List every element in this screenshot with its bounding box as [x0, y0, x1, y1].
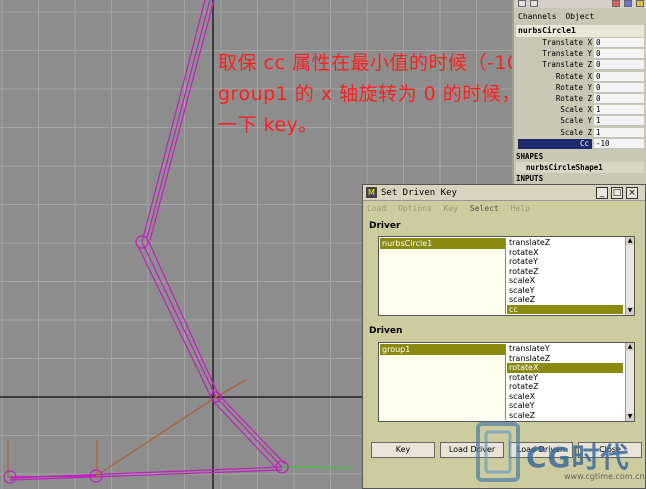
attribute-item[interactable]: rotateY	[507, 373, 623, 383]
attribute-item[interactable]: scaleX	[507, 276, 623, 286]
menu-select[interactable]: Select	[470, 204, 499, 213]
channel-row[interactable]: Rotate Z0	[516, 94, 644, 104]
watermark-text: CG时代	[526, 441, 630, 474]
shapes-heading: SHAPES	[516, 152, 544, 161]
channel-value-field[interactable]: 1	[594, 127, 644, 138]
channel-value-field[interactable]: 0	[594, 49, 644, 60]
channel-value-field[interactable]: 0	[594, 82, 644, 93]
layout-icon[interactable]	[518, 0, 526, 7]
attribute-item[interactable]: rotateY	[507, 257, 623, 267]
channel-label[interactable]: Scale Y	[560, 116, 592, 126]
channel-row[interactable]: Scale Z1	[516, 127, 644, 138]
scroll-down-icon[interactable]: ▼	[626, 307, 634, 315]
channel-box-menu: Channels Object	[514, 11, 646, 23]
channel-label[interactable]: Cc	[518, 138, 592, 149]
window-title: Set Driven Key	[381, 188, 457, 198]
attribute-item[interactable]: rotateZ	[507, 382, 623, 392]
attribute-item[interactable]: rotateX	[507, 248, 623, 258]
attribute-item[interactable]: scaleY	[507, 286, 623, 296]
watermark: CG时代 www.cgtime.com.cn	[468, 408, 646, 489]
annotation-text: 取保 cc 属性在最小值的时候（-10） group1 的 x 轴旋转为 0 的…	[218, 48, 512, 141]
tool-icon[interactable]	[636, 0, 644, 7]
tool-icon[interactable]	[624, 0, 632, 7]
attribute-item[interactable]: rotateX	[507, 363, 623, 373]
scroll-up-icon[interactable]: ▲	[626, 343, 634, 351]
annotation-line: group1 的 x 轴旋转为 0 的时候，按	[218, 83, 512, 105]
driven-label: Driven	[369, 326, 403, 336]
channel-label[interactable]: Translate Z	[542, 60, 592, 70]
inputs-heading[interactable]: INPUTS	[516, 174, 644, 184]
driver-panel: nurbsCircle1 translateZ rotateX rotateY rot…	[378, 236, 635, 316]
channel-label[interactable]: Rotate X	[556, 72, 592, 82]
channel-label[interactable]: Rotate Z	[556, 94, 592, 104]
channel-row[interactable]: Scale X1	[516, 105, 644, 116]
channel-label[interactable]: Scale Z	[560, 128, 592, 138]
channel-value-field[interactable]: 0	[594, 94, 644, 104]
channel-value-field[interactable]: 1	[594, 105, 644, 116]
menu-key[interactable]: Key	[444, 204, 458, 213]
driven-object[interactable]: group1	[380, 344, 505, 355]
channel-label[interactable]: Translate X	[542, 38, 592, 48]
driver-scrollbar[interactable]: ▲ ▼	[625, 237, 634, 315]
list-icon[interactable]	[530, 0, 538, 7]
cgtime-logo-icon	[476, 422, 520, 482]
driver-object[interactable]: nurbsCircle1	[380, 238, 505, 249]
menu-channels[interactable]: Channels	[518, 12, 557, 21]
attribute-item[interactable]: rotateZ	[507, 267, 623, 277]
channel-value-field[interactable]: 0	[594, 60, 644, 71]
channel-row[interactable]: Translate Z0	[516, 60, 644, 71]
maximize-button[interactable]: □	[611, 187, 623, 199]
channel-value-field[interactable]: -10	[594, 138, 644, 149]
channel-value-field[interactable]: 0	[594, 71, 644, 82]
channel-row[interactable]: Rotate X0	[516, 71, 644, 82]
tool-icon[interactable]	[612, 0, 620, 7]
attribute-item[interactable]: scaleX	[507, 392, 623, 402]
menu-options[interactable]: Options	[398, 204, 432, 213]
channel-row[interactable]: Translate Y0	[516, 49, 644, 60]
annotation-line: 一下 key。	[218, 114, 318, 136]
minimize-button[interactable]: _	[596, 187, 608, 199]
menu-load[interactable]: Load	[367, 204, 386, 213]
menu-object[interactable]: Object	[565, 12, 594, 21]
close-button[interactable]: ×	[626, 187, 638, 199]
channel-row[interactable]: Rotate Y0	[516, 82, 644, 93]
attribute-item[interactable]: translateZ	[507, 238, 623, 248]
menu-bar: Load Options Key Select Help	[367, 202, 537, 215]
attribute-item[interactable]: translateZ	[507, 354, 623, 364]
channel-value-field[interactable]: 1	[594, 116, 644, 127]
driver-label: Driver	[369, 221, 401, 231]
channel-label[interactable]: Scale X	[560, 105, 592, 115]
channel-value-field[interactable]: 0	[594, 38, 644, 48]
shape-name[interactable]: nurbsCircleShape1	[516, 162, 644, 173]
channel-row[interactable]: Translate X0	[516, 38, 644, 48]
driver-object-list[interactable]: nurbsCircle1	[380, 238, 506, 314]
scroll-up-icon[interactable]: ▲	[626, 237, 634, 245]
channel-row[interactable]: Cc -10	[516, 138, 644, 149]
menu-help[interactable]: Help	[511, 204, 530, 213]
channel-row[interactable]: Scale Y1	[516, 116, 644, 127]
watermark-url: www.cgtime.com.cn	[564, 472, 645, 481]
channel-label[interactable]: Rotate Y	[556, 83, 592, 93]
object-name[interactable]: nurbsCircle1	[516, 25, 644, 37]
attribute-item[interactable]: cc	[507, 304, 623, 314]
channel-box: Channels Object nurbsCircle1 Translate X…	[512, 0, 646, 186]
title-bar[interactable]: M Set Driven Key _ □ ×	[363, 185, 645, 201]
annotation-line: 取保 cc 属性在最小值的时候（-10）	[218, 52, 512, 74]
driver-attribute-list[interactable]: translateZ rotateX rotateY rotateZ scaleX sca…	[507, 238, 625, 314]
attribute-item[interactable]: scaleZ	[507, 295, 623, 305]
attribute-item[interactable]: translateY	[507, 344, 623, 354]
channel-label[interactable]: Translate Y	[542, 49, 592, 59]
key-button[interactable]: Key	[371, 442, 435, 458]
maya-icon: M	[366, 187, 377, 198]
channel-box-toolbar	[514, 0, 646, 8]
